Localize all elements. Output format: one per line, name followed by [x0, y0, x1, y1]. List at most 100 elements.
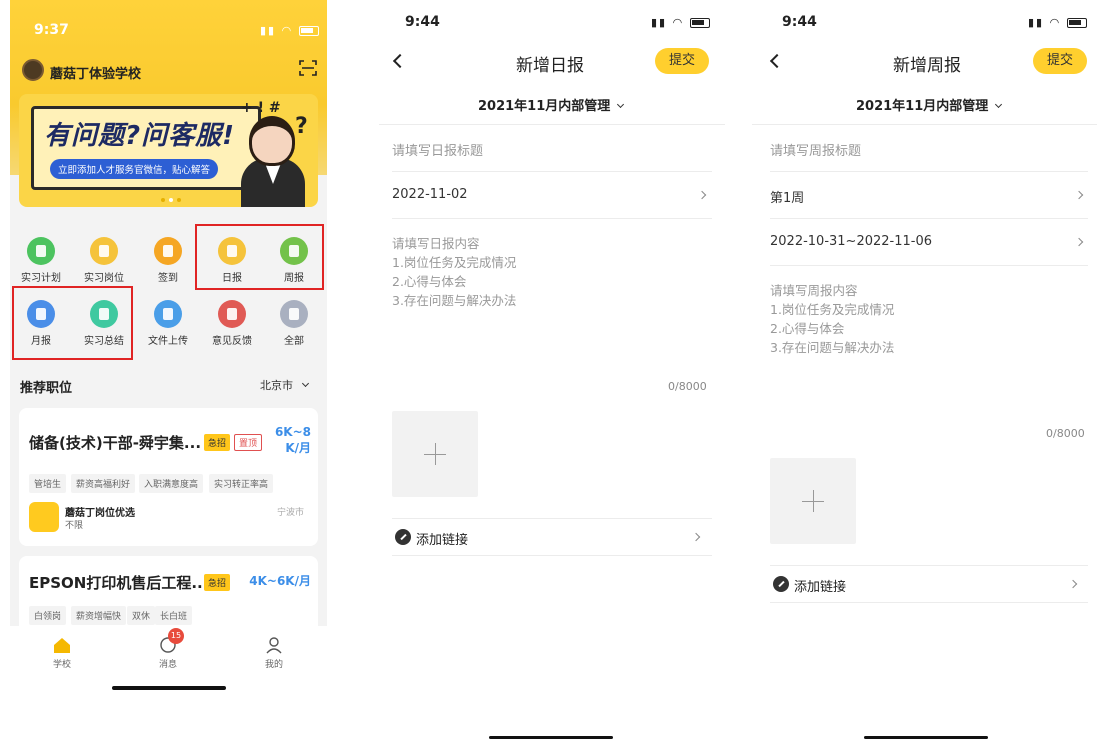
- hint-line: 3.存在问题与解决办法: [392, 293, 517, 308]
- chevron-right-icon: [1068, 579, 1078, 589]
- plan-icon: [27, 237, 55, 265]
- job-tag: 白领岗: [29, 606, 67, 625]
- question-mark-icon: ?: [295, 114, 308, 139]
- chevron-down-icon: [301, 379, 309, 388]
- company-name: 蘑菇丁岗位优选: [65, 508, 135, 519]
- link-icon: [773, 576, 789, 592]
- page-title: 新增日报: [516, 56, 584, 76]
- job-tag: 薪资高福利好: [71, 474, 136, 493]
- recommend-title: 推荐职位: [20, 381, 73, 396]
- tab-bar: 学校 消息 15 我的: [10, 626, 327, 694]
- wifi-icon: ◠: [1049, 16, 1062, 29]
- highlight-box-reports: [195, 224, 324, 290]
- chevron-down-icon: [617, 100, 625, 109]
- sign-in-icon: [154, 237, 182, 265]
- hint-line: 请填写日报内容: [392, 236, 480, 251]
- divider: [752, 124, 1097, 125]
- home-indicator: [864, 736, 988, 739]
- content-textarea[interactable]: 请填写周报内容 1.岗位任务及完成情况 2.心得与体会 3.存在问题与解决办法: [770, 281, 894, 357]
- period-selector[interactable]: 2021年11月内部管理: [856, 95, 1003, 114]
- chevron-right-icon: [1074, 237, 1084, 247]
- tab-label: 我的: [264, 660, 283, 670]
- period-selector[interactable]: 2021年11月内部管理: [478, 95, 625, 114]
- back-icon[interactable]: [392, 53, 408, 69]
- title-input[interactable]: 请填写日报标题: [392, 140, 483, 159]
- menu-all[interactable]: 全部: [264, 300, 324, 347]
- menu-internship-position[interactable]: 实习岗位: [74, 237, 134, 284]
- school-logo-icon: [22, 59, 44, 81]
- job-title: EPSON打印机售后工程...: [29, 574, 209, 592]
- menu-internship-plan[interactable]: 实习计划: [11, 237, 71, 284]
- battery-icon: [689, 18, 710, 28]
- chevron-right-icon: [697, 190, 707, 200]
- city-selector[interactable]: 北京市: [260, 377, 309, 393]
- daily-report-screen: 9:44 ▮▮ ◠ 新增日报 提交 2021年11月内部管理 请填写日报标题 2…: [379, 0, 725, 740]
- urgent-badge: 急招: [204, 434, 231, 451]
- menu-label: 实习岗位: [84, 273, 124, 284]
- job-tag: 薪资增幅快: [71, 606, 127, 625]
- submit-button[interactable]: 提交: [655, 48, 709, 74]
- menu-file-upload[interactable]: 文件上传: [138, 300, 198, 347]
- image-upload-button[interactable]: [392, 411, 478, 497]
- week-field[interactable]: 第1周: [770, 187, 804, 206]
- carousel-dot[interactable]: [161, 198, 165, 202]
- job-tag: 管培生: [29, 474, 67, 493]
- tab-messages[interactable]: 消息: [138, 636, 198, 670]
- menu-label: 签到: [158, 273, 178, 284]
- carousel-dot[interactable]: [177, 198, 181, 202]
- content-textarea[interactable]: 请填写日报内容 1.岗位任务及完成情况 2.心得与体会 3.存在问题与解决办法: [392, 234, 516, 310]
- menu-feedback[interactable]: 意见反馈: [202, 300, 262, 347]
- scan-icon[interactable]: [298, 58, 318, 78]
- folder-icon: [154, 300, 182, 328]
- battery-icon: [1066, 18, 1087, 28]
- agent-head: [249, 116, 295, 166]
- pinned-badge: 置顶: [234, 434, 263, 451]
- job-card[interactable]: 储备(技术)干部-舜宇集... 急招 置顶 6K~8 K/月 管培生 薪资高福利…: [19, 408, 318, 546]
- add-link-row[interactable]: 添加链接: [416, 529, 468, 548]
- divider: [770, 565, 1088, 566]
- wifi-icon: ◠: [672, 16, 685, 29]
- date-field[interactable]: 2022-11-02: [392, 187, 468, 202]
- urgent-badge: 急招: [204, 574, 231, 591]
- job-title: 储备(技术)干部-舜宇集...: [29, 434, 202, 452]
- divider: [770, 171, 1088, 172]
- banner-title: 有问题?问客服!: [44, 121, 235, 151]
- job-location: 宁波市: [277, 508, 305, 518]
- hint-line: 1.岗位任务及完成情况: [392, 255, 517, 270]
- status-time: 9:44: [405, 14, 440, 30]
- add-link-row[interactable]: 添加链接: [794, 576, 846, 595]
- menu-label: 意见反馈: [212, 336, 252, 347]
- status-time: 9:44: [782, 14, 817, 30]
- link-icon: [395, 529, 411, 545]
- image-upload-button[interactable]: [770, 458, 856, 544]
- plus-icon: [435, 443, 436, 465]
- submit-button[interactable]: 提交: [1033, 48, 1087, 74]
- school-home-screen: 9:37 ▮▮ ◠ 蘑菇丁体验学校 有问题?问客服! 立即添加人才服务官微信，贴…: [10, 0, 327, 694]
- back-icon[interactable]: [769, 53, 785, 69]
- school-name[interactable]: 蘑菇丁体验学校: [50, 63, 141, 82]
- hint-line: 3.存在问题与解决办法: [770, 340, 895, 355]
- menu-label: 全部: [284, 336, 304, 347]
- highlight-box-monthly: [12, 286, 133, 360]
- weekly-report-screen: 9:44 ▮▮ ◠ 新增周报 提交 2021年11月内部管理 请填写周报标题 第…: [752, 0, 1097, 740]
- divider: [770, 265, 1088, 266]
- title-input[interactable]: 请填写周报标题: [770, 140, 861, 159]
- carousel-dot[interactable]: [169, 198, 173, 202]
- battery-icon: [298, 26, 319, 36]
- divider: [379, 124, 725, 125]
- unread-badge: 15: [168, 628, 184, 644]
- date-range-field[interactable]: 2022-10-31~2022-11-06: [770, 234, 932, 249]
- divider: [770, 218, 1088, 219]
- customer-service-banner[interactable]: 有问题?问客服! 立即添加人才服务官微信，贴心解答 ? + ! #: [19, 94, 318, 207]
- sparkle-icon: + ! #: [241, 100, 281, 116]
- tab-school[interactable]: 学校: [32, 636, 92, 670]
- chevron-right-icon: [691, 532, 701, 542]
- grid-icon: [280, 300, 308, 328]
- menu-sign-in[interactable]: 签到: [138, 237, 198, 284]
- position-icon: [90, 237, 118, 265]
- tab-profile[interactable]: 我的: [244, 636, 304, 670]
- signal-icon: ▮▮: [1028, 16, 1045, 29]
- status-icons: ▮▮ ◠: [1028, 16, 1087, 29]
- divider: [392, 218, 712, 219]
- salary-line: 6K~8: [274, 425, 311, 439]
